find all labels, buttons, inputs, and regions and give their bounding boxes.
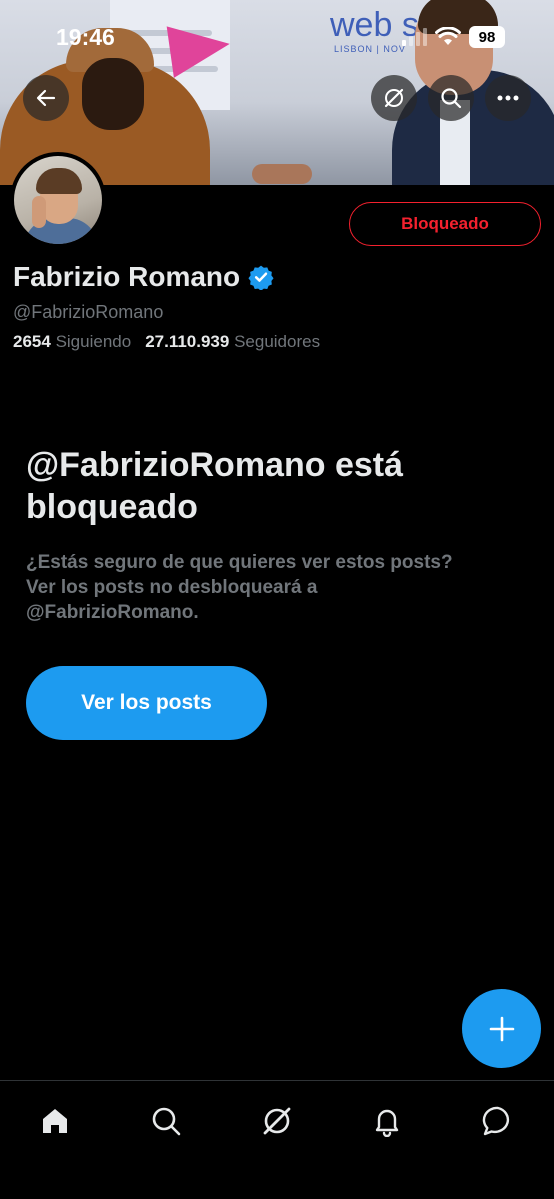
more-button[interactable] [485,75,531,121]
avatar[interactable] [10,152,106,248]
grok-icon [384,88,404,108]
compose-post-button[interactable] [462,989,541,1068]
following-count: 2654 [13,332,51,351]
back-arrow-icon [36,89,56,107]
profile-name: Fabrizio Romano [13,261,241,292]
grok-icon [263,1107,291,1135]
followers-label: Seguidores [234,332,321,351]
following-stat[interactable]: 2654 Siguiendo [13,332,131,352]
grok-button[interactable] [371,75,417,121]
nav-grok[interactable] [255,1099,299,1143]
status-time: 19:46 [56,24,115,50]
cellular-signal-icon [402,28,427,46]
bottom-nav [0,1080,554,1199]
blocked-description-line: ¿Estás seguro de que quieres ver estos p… [26,552,453,573]
home-icon [43,1109,67,1133]
nav-messages[interactable] [476,1099,520,1143]
blocked-button[interactable]: Bloqueado [349,202,541,246]
search-icon [152,1107,181,1136]
back-button[interactable] [23,75,69,121]
notifications-icon [375,1109,399,1137]
banner-person-left-head [82,58,144,130]
followers-stat[interactable]: 27.110.939 Seguidores [145,332,320,352]
nav-home[interactable] [33,1099,77,1143]
nav-search[interactable] [144,1099,188,1143]
blocked-description: ¿Estás seguro de que quieres ver estos p… [26,550,526,625]
more-icon [497,95,519,101]
blocked-title: @FabrizioRomano está bloqueado [26,446,403,526]
following-label: Siguiendo [55,332,132,351]
messages-icon [482,1106,510,1136]
profile-handle: @FabrizioRomano [13,302,164,322]
search-icon [441,88,462,109]
plus-icon [489,1016,514,1041]
status-icons: 98 [402,24,505,50]
banner-pink-shape [166,18,234,78]
followers-count: 27.110.939 [145,332,230,351]
verified-badge-icon[interactable] [248,264,274,290]
view-posts-button[interactable]: Ver los posts [26,666,267,740]
wifi-icon [435,27,461,45]
blocked-description-line: @FabrizioRomano. [26,602,199,623]
avatar-photo [14,156,102,244]
banner-logo-subtext: LISBON | NOV [334,44,406,54]
banner-hand [252,164,312,184]
battery-indicator: 98 [469,26,505,48]
profile-stats: 2654 Siguiendo 27.110.939 Seguidores [13,332,320,352]
nav-notifications[interactable] [365,1099,409,1143]
search-button[interactable] [428,75,474,121]
profile-name-row: Fabrizio Romano [13,261,274,293]
blocked-description-line: Ver los posts no desbloqueará a [26,577,318,598]
